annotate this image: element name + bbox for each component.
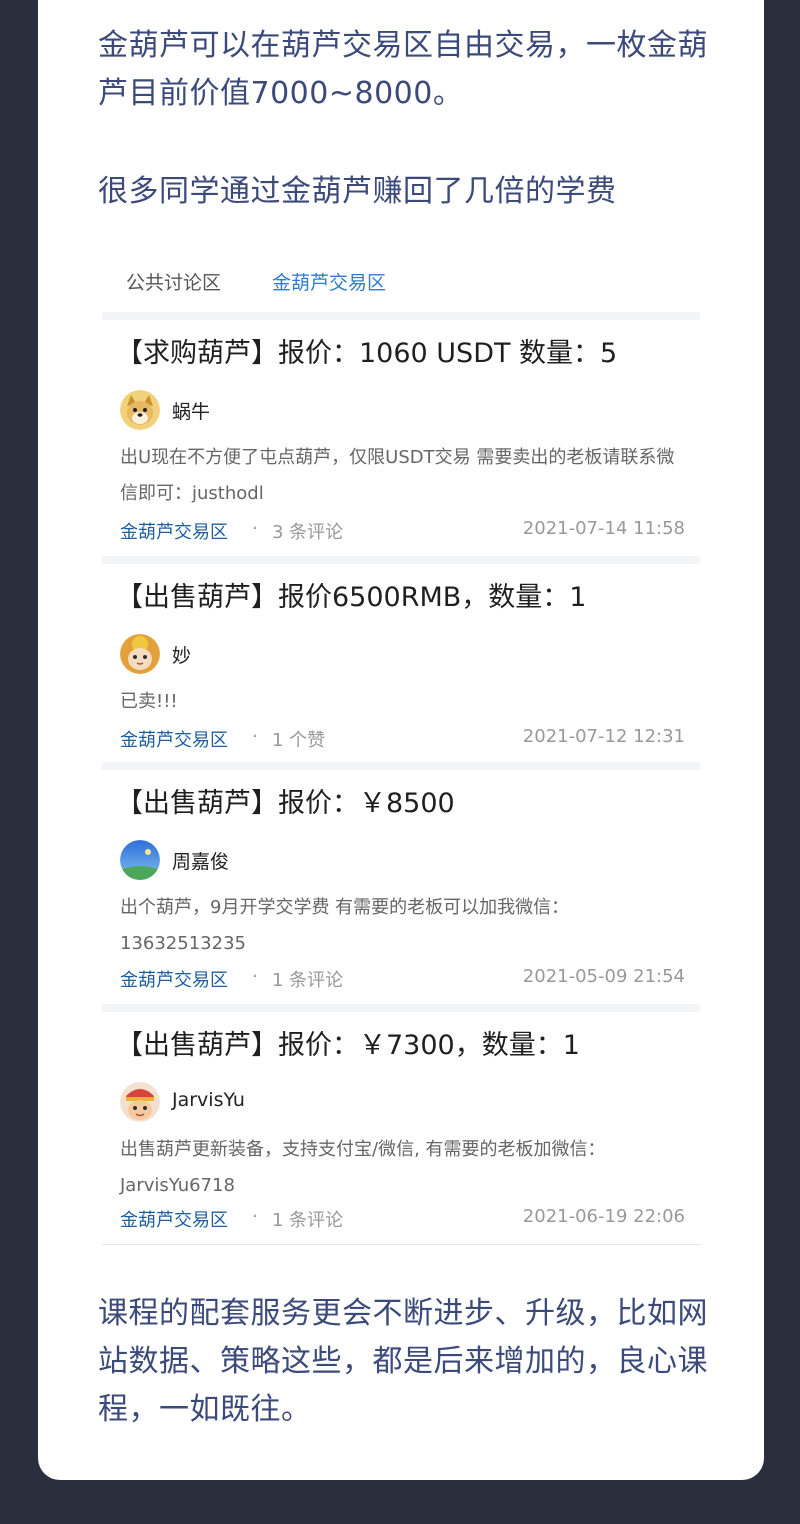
post-title[interactable]: 【求购葫芦】报价：1060 USDT 数量：5 [116,336,696,372]
post-comment-count[interactable]: 3 条评论 [272,518,343,544]
tab-gold-gourd-trading[interactable]: 金葫芦交易区 [272,268,386,298]
forum-tabs: 公共讨论区 金葫芦交易区 [102,268,700,312]
intro-paragraph-2: 很多同学通过金葫芦赚回了几倍的学费 [98,174,617,209]
post-title[interactable]: 【出售葫芦】报价6500RMB，数量：1 [116,580,696,616]
post-date: 2021-06-19 22:06 [522,1206,685,1227]
post-card[interactable]: 【出售葫芦】报价6500RMB，数量：1 妙 已卖!!! 金葫芦交易区 · 1 … [102,556,700,763]
post-title[interactable]: 【出售葫芦】报价：￥7300，数量：1 [116,1028,696,1064]
sky-avatar-icon[interactable] [120,840,160,880]
meta-separator: · [252,966,258,987]
content-card: 金葫芦可以在葫芦交易区自由交易，一枚金葫芦目前价值7000~8000。 很多同学… [38,0,764,1480]
post-meta: 金葫芦交易区 · 3 条评论 2021-07-14 11:58 [120,518,685,548]
post-title[interactable]: 【出售葫芦】报价：￥8500 [116,786,696,822]
meta-separator: · [252,726,258,747]
post-date: 2021-07-12 12:31 [522,726,685,747]
meta-separator: · [252,518,258,539]
post-meta: 金葫芦交易区 · 1 个赞 2021-07-12 12:31 [120,726,685,756]
post-category-link[interactable]: 金葫芦交易区 [120,518,228,544]
intro-paragraph-1: 金葫芦可以在葫芦交易区自由交易，一枚金葫芦目前价值7000~8000。 [98,28,708,111]
post-meta: 金葫芦交易区 · 1 条评论 2021-05-09 21:54 [120,966,685,996]
author-name[interactable]: JarvisYu [172,1089,245,1111]
post-card[interactable]: 【出售葫芦】报价：￥8500 周嘉俊 出个葫芦，9月开学交学费 有需要的老板可以… [102,762,700,1005]
post-category-link[interactable]: 金葫芦交易区 [120,966,228,992]
cat-avatar-icon[interactable] [120,634,160,674]
post-like-count[interactable]: 1 个赞 [272,726,325,752]
outro-paragraph: 课程的配套服务更会不断进步、升级，比如网站数据、策略这些，都是后来增加的，良心课… [98,1296,708,1427]
post-excerpt: 出售葫芦更新装备，支持支付宝/微信, 有需要的老板加微信：JarvisYu671… [120,1139,606,1196]
cartoon-avatar-icon[interactable] [120,1082,160,1122]
post-comment-count[interactable]: 1 条评论 [272,1206,343,1232]
post-card[interactable]: 【求购葫芦】报价：1060 USDT 数量：5 蜗牛 出U现在不方便了屯点葫芦，… [102,312,700,557]
post-date: 2021-07-14 11:58 [522,518,685,539]
author-name[interactable]: 周嘉俊 [172,847,229,874]
post-meta: 金葫芦交易区 · 1 条评论 2021-06-19 22:06 [120,1206,685,1236]
post-comment-count[interactable]: 1 条评论 [272,966,343,992]
post-excerpt: 出个葫芦，9月开学交学费 有需要的老板可以加我微信：13632513235 [120,897,570,954]
post-category-link[interactable]: 金葫芦交易区 [120,726,228,752]
tab-public-discussion[interactable]: 公共讨论区 [126,268,221,298]
meta-separator: · [252,1206,258,1227]
author-name[interactable]: 蜗牛 [172,397,210,424]
post-category-link[interactable]: 金葫芦交易区 [120,1206,228,1232]
author-name[interactable]: 妙 [172,641,191,668]
post-card[interactable]: 【出售葫芦】报价：￥7300，数量：1 JarvisYu 出售葫芦更新装备，支持… [102,1004,700,1245]
post-excerpt: 出U现在不方便了屯点葫芦，仅限USDT交易 需要卖出的老板请联系微信即可：jus… [120,447,675,504]
post-date: 2021-05-09 21:54 [522,966,685,987]
post-excerpt: 已卖!!! [120,691,178,712]
doge-avatar-icon[interactable] [120,390,160,430]
